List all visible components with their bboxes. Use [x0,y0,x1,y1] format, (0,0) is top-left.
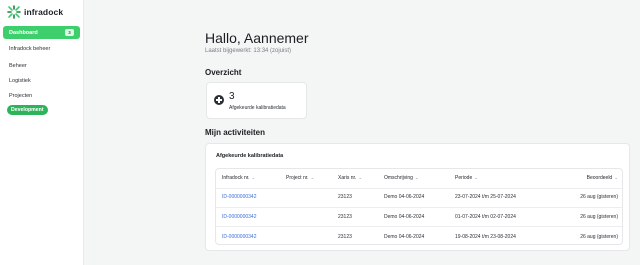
sidebar-item-dashboard[interactable]: Dashboard 3 [3,26,80,39]
beoordeeld-cell: 26 aug (gisteren) [580,233,618,240]
activities-table: Infradock nr. ⌄ Project nr. ⌄ Xaris nr. ⌄ O… [215,168,623,245]
sidebar-item-logistiek[interactable]: Logistiek [9,78,31,84]
sort-icon: ⌄ [414,175,419,181]
xaris-cell: 23123 [338,213,352,220]
infradock-logo-icon [7,5,21,19]
omschrijving-cell: Demo 04-06-2024 [384,233,425,240]
column-header-periode[interactable]: Periode ⌄ [455,169,478,188]
brand-name: infradock [24,7,64,17]
page-title: Hallo, Aannemer [205,30,309,46]
sort-icon: ⌄ [358,175,363,181]
periode-cell: 01-07-2024 t/m 02-07-2024 [455,213,516,220]
table-header-row: Infradock nr. ⌄ Project nr. ⌄ Xaris nr. ⌄ O… [216,169,622,189]
beoordeeld-cell: 26 aug (gisteren) [580,213,618,220]
panel-title: Afgekeurde kalibratiedata [216,153,284,159]
column-header-infradock[interactable]: Infradock nr. ⌄ [222,169,255,188]
beoordeeld-cell: 26 aug (gisteren) [580,194,618,201]
sidebar-item-label: Dashboard [9,29,38,36]
omschrijving-cell: Demo 04-06-2024 [384,213,425,220]
activities-heading: Mijn activiteiten [205,128,266,137]
activities-panel: Afgekeurde kalibratiedata Infradock nr. ⌄… [205,143,630,251]
rejected-calibration-card[interactable]: 3 Afgekeurde kalibratiedata [206,82,307,119]
brand-logo[interactable]: infradock [7,5,63,19]
card-label: Afgekeurde kalibratiedata [229,105,286,111]
sidebar-item-infradock-beheer[interactable]: Infradock beheer [9,46,50,52]
xaris-cell: 23123 [338,233,352,240]
column-header-beoordeeld[interactable]: Beoordeeld ⌄ [587,169,618,188]
sidebar-item-beheer[interactable]: Beheer [9,63,27,69]
sort-icon: ⌄ [310,175,315,181]
plus-circle-icon [214,95,224,105]
infradock-id-link[interactable]: ID-0000000342 [222,188,256,207]
table-row[interactable]: ID-0000000342 23123 Demo 04-06-2024 23-0… [216,188,622,208]
column-header-project[interactable]: Project nr. ⌄ [286,169,314,188]
periode-cell: 19-08-2024 t/m 23-08-2024 [455,233,516,240]
sidebar-item-projecten[interactable]: Projecten [9,93,32,99]
infradock-id-link[interactable]: ID-0000000342 [222,227,256,244]
sort-icon: ⌄ [474,175,479,181]
sort-icon: ⌄ [614,175,618,181]
omschrijving-cell: Demo 04-06-2024 [384,194,425,201]
infradock-id-link[interactable]: ID-0000000342 [222,208,256,227]
last-updated-text: Laatst bijgewerkt: 13:34 (zojuist) [205,48,292,54]
xaris-cell: 23123 [338,194,352,201]
sort-icon: ⌄ [251,175,256,181]
card-value: 3 [229,91,235,102]
table-row[interactable]: ID-0000000342 23123 Demo 04-06-2024 01-0… [216,208,622,227]
table-row[interactable]: ID-0000000342 23123 Demo 04-06-2024 19-0… [216,227,622,244]
periode-cell: 23-07-2024 t/m 25-07-2024 [455,194,516,201]
column-header-omschrijving[interactable]: Omschrijving ⌄ [384,169,419,188]
app-root: infradock Dashboard 3 Infradock beheer B… [0,0,640,265]
dashboard-count-badge: 3 [65,29,74,36]
environment-badge: Development [7,105,48,115]
column-header-xaris[interactable]: Xaris nr. ⌄ [338,169,362,188]
sidebar: infradock Dashboard 3 Infradock beheer B… [0,0,84,265]
overview-heading: Overzicht [205,68,242,77]
